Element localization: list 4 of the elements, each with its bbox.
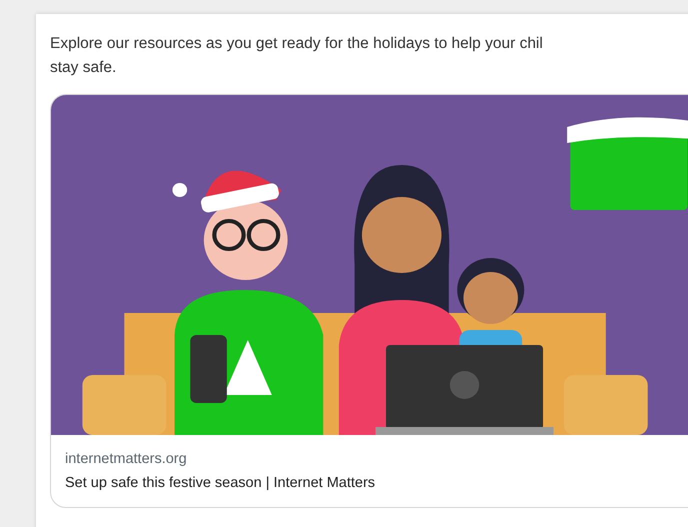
link-title: Set up safe this festive season | Internet Matters: [65, 474, 376, 493]
link-domain: internetmatters.org: [65, 450, 187, 469]
link-card[interactable]: internetmatters.org Set up safe this festive season | Internet Matters: [50, 94, 688, 508]
post-text: Explore our resources as you get ready for the holidays to help your chil stay safe.: [50, 34, 544, 78]
